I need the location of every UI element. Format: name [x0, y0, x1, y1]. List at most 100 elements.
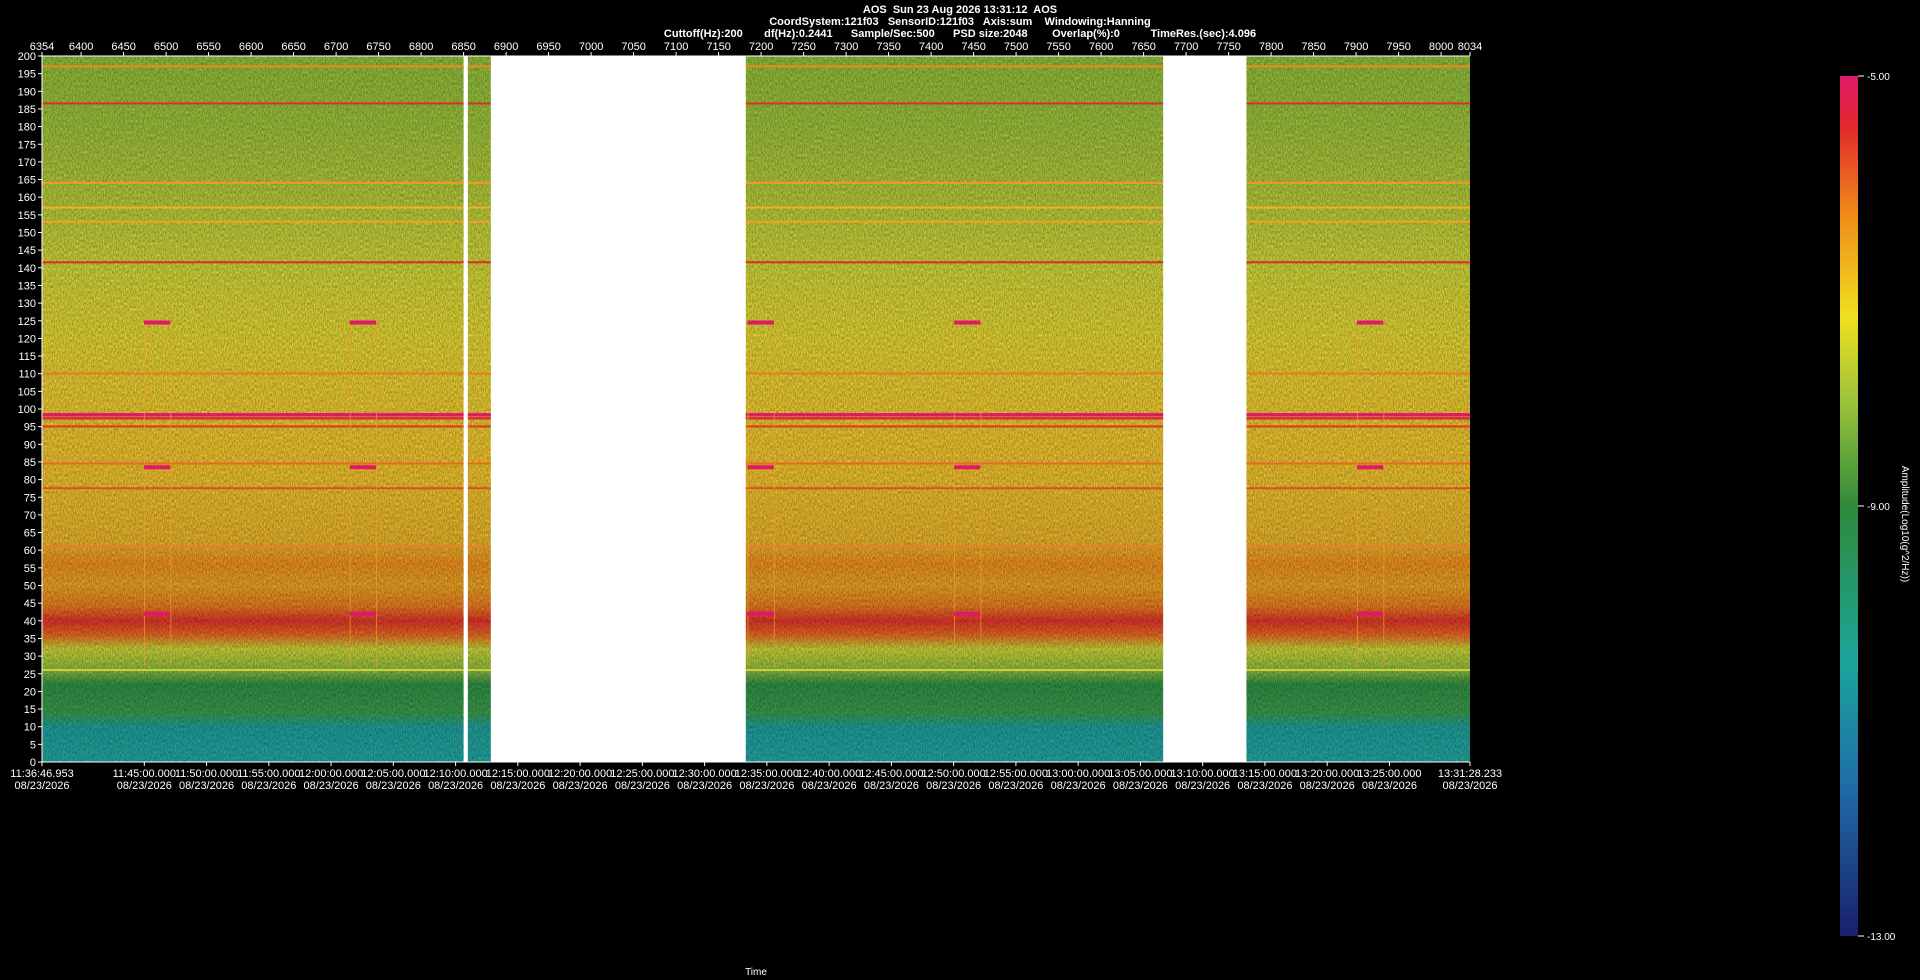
index-tick-label: 7050	[621, 41, 645, 53]
spectral-line	[467, 372, 491, 375]
time-tick-label: 13:25:00.000	[1357, 768, 1421, 780]
spectral-line	[1246, 462, 1470, 465]
event-peak	[1356, 320, 1384, 325]
time-tick-label: 12:50:00.000	[922, 768, 986, 780]
index-tick-label: 6750	[366, 41, 390, 53]
index-tick-label: 7550	[1046, 41, 1070, 53]
index-tick-label: 7600	[1089, 41, 1113, 53]
y-tick-label: 145	[18, 245, 36, 257]
spectral-line	[467, 65, 491, 68]
spectral-line	[467, 220, 491, 223]
spectral-line	[467, 487, 491, 490]
event-peak	[349, 465, 377, 470]
spectral-line	[1246, 425, 1470, 428]
spectral-line	[467, 425, 491, 428]
date-tick-label: 08/23/2026	[1051, 780, 1106, 792]
date-tick-label: 08/23/2026	[677, 780, 732, 792]
spectral-line	[1246, 416, 1470, 420]
y-tick-label: 20	[24, 686, 36, 698]
spectral-line	[42, 372, 464, 375]
date-tick-label: 08/23/2026	[553, 780, 608, 792]
event-peak	[144, 611, 171, 616]
spectral-line	[42, 181, 464, 184]
index-tick-label: 6850	[451, 41, 475, 53]
y-tick-label: 70	[24, 510, 36, 522]
time-tick-label: 12:00:00.000	[299, 768, 363, 780]
event-peak	[1356, 611, 1384, 616]
time-tick-label: 11:55:00.000	[237, 768, 300, 780]
spectral-line	[1246, 102, 1470, 105]
y-tick-label: 25	[24, 669, 36, 681]
spectral-line	[42, 487, 464, 490]
date-tick-label: 08/23/2026	[14, 780, 69, 792]
time-tick-label: 12:20:00.000	[548, 768, 612, 780]
index-tick-label: 7450	[961, 41, 985, 53]
colorbar-tick-label: -13.00	[1867, 932, 1896, 943]
x-axis-label: Time	[745, 967, 767, 978]
y-tick-label: 35	[24, 633, 36, 645]
spectral-line	[745, 206, 1164, 209]
y-tick-label: 65	[24, 528, 36, 540]
y-tick-label: 40	[24, 616, 36, 628]
date-tick-label: 08/23/2026	[615, 780, 670, 792]
y-tick-label: 100	[18, 404, 36, 416]
date-tick-label: 08/23/2026	[926, 780, 981, 792]
index-tick-label: 6900	[494, 41, 518, 53]
y-tick-label: 45	[24, 598, 36, 610]
spectral-line	[467, 545, 491, 548]
y-tick-label: 110	[18, 369, 36, 381]
y-tick-label: 175	[18, 139, 36, 151]
date-tick-label: 08/23/2026	[1175, 780, 1230, 792]
spectral-line	[745, 669, 1164, 672]
index-tick-label: 7700	[1174, 41, 1198, 53]
spectral-line	[467, 462, 491, 465]
index-tick-label: 6700	[324, 41, 348, 53]
spectral-line	[745, 102, 1164, 105]
spectrogram-chart: 0510152025303540455055606570758085909510…	[10, 41, 1910, 978]
time-tick-label: 12:15:00.000	[486, 768, 550, 780]
spectral-line	[1246, 65, 1470, 68]
spectral-line	[1246, 372, 1470, 375]
y-tick-label: 50	[24, 581, 36, 593]
spectral-line	[467, 669, 491, 672]
spectrogram-texture	[42, 56, 464, 762]
index-tick-label: 8034	[1458, 41, 1482, 53]
index-tick-label: 7650	[1131, 41, 1155, 53]
date-tick-label: 08/23/2026	[179, 780, 234, 792]
event-peak	[144, 465, 171, 470]
date-tick-label: 08/23/2026	[428, 780, 483, 792]
y-tick-label: 55	[24, 563, 36, 575]
spectral-line	[1246, 181, 1470, 184]
colorbar-ticks: -5.00 -9.00 -13.00	[1858, 72, 1896, 943]
y-tick-label: 60	[24, 545, 36, 557]
spectral-line	[42, 206, 464, 209]
colorbar-tick-label: -5.00	[1867, 72, 1890, 83]
y-tick-label: 95	[24, 422, 36, 434]
time-tick-label: 12:35:00.000	[735, 768, 799, 780]
y-tick-label: 195	[18, 69, 36, 81]
y-tick-label: 30	[24, 651, 36, 663]
spectral-line	[42, 65, 464, 68]
spectrogram-segments	[42, 56, 1470, 762]
date-tick-label: 08/23/2026	[988, 780, 1043, 792]
date-tick-label: 08/23/2026	[1113, 780, 1168, 792]
colorbar	[1840, 76, 1858, 936]
y-tick-label: 5	[30, 739, 36, 751]
date-tick-label: 08/23/2026	[241, 780, 296, 792]
event-edge	[773, 317, 775, 667]
event-peak	[747, 465, 774, 470]
frequency-axis: 0510152025303540455055606570758085909510…	[18, 51, 43, 769]
spectral-line	[467, 206, 491, 209]
spectral-line	[42, 545, 464, 548]
spectral-line	[1246, 487, 1470, 490]
y-tick-label: 105	[18, 386, 36, 398]
index-tick-label: 6800	[409, 41, 433, 53]
y-tick-label: 155	[18, 210, 36, 222]
spectral-line	[1246, 669, 1470, 672]
index-tick-label: 7200	[749, 41, 773, 53]
time-tick-label: 13:10:00.000	[1171, 768, 1235, 780]
event-peak	[144, 320, 171, 325]
y-tick-label: 170	[18, 157, 36, 169]
spectral-line	[42, 261, 464, 264]
event-peak	[349, 611, 377, 616]
